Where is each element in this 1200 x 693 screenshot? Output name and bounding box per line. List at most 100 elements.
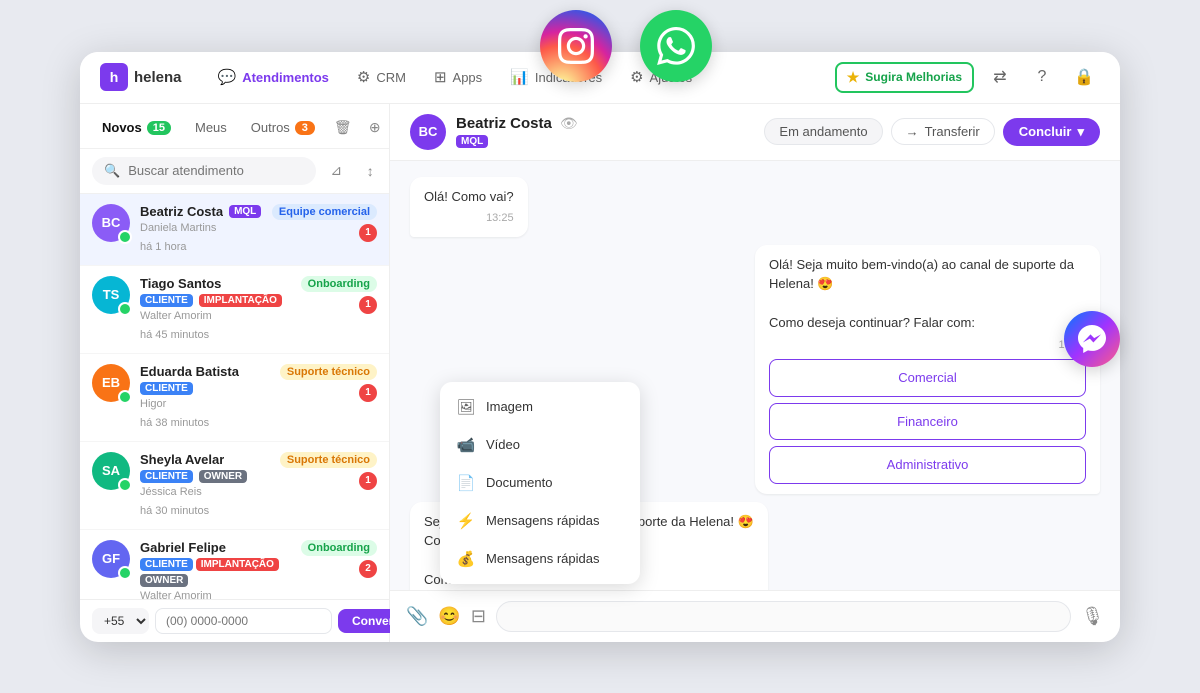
help-button[interactable]: ? — [1026, 61, 1058, 93]
contact-meta: Jéssica Reis — [140, 486, 280, 498]
tab-meus[interactable]: Meus — [185, 115, 237, 140]
contact-item[interactable]: SA Sheyla Avelar CLIENTE OWNER Jéssica R… — [80, 442, 389, 530]
dropdown-mensagens-label-1: Mensagens rápidas — [486, 513, 599, 528]
main-content: Novos 15 Meus Outros 3 🗑 ⊕ 🔍 — [80, 104, 1120, 642]
header-actions: Em andamento → Transferir Concluir ▾ — [764, 118, 1100, 146]
concluir-button[interactable]: Concluir ▾ — [1003, 118, 1100, 146]
message-option-financeiro[interactable]: Financeiro — [769, 403, 1086, 441]
filter-button[interactable]: ⊿ — [322, 157, 350, 185]
dropdown-video[interactable]: 📹 Vídeo — [440, 426, 640, 464]
dropdown-video-label: Vídeo — [486, 437, 520, 452]
avatar: BC — [92, 204, 130, 242]
contact-time: há 45 minutos — [140, 329, 209, 341]
contact-info: Gabriel Felipe CLIENTE IMPLANTAÇÃO OWNER… — [140, 540, 301, 599]
add-button[interactable]: ⊕ — [361, 114, 389, 142]
contact-tag: IMPLANTAÇÃO — [196, 558, 279, 571]
search-icon: 🔍 — [104, 163, 120, 179]
phone-input[interactable] — [155, 608, 332, 634]
team-badge: Onboarding — [301, 540, 377, 556]
contact-assigned: Walter Amorim — [140, 590, 212, 599]
unread-badge: 1 — [359, 384, 377, 402]
chevron-down-icon: ▾ — [1077, 124, 1084, 140]
dropdown-mensagens-rapidas-2[interactable]: 💰 Mensagens rápidas — [440, 540, 640, 578]
dropdown-documento[interactable]: 📄 Documento — [440, 464, 640, 502]
image-icon: 🖼 — [456, 397, 476, 417]
search-input[interactable] — [128, 163, 304, 178]
avatar: EB — [92, 364, 130, 402]
visibility-icon: 👁 — [560, 115, 578, 132]
sidebar: Novos 15 Meus Outros 3 🗑 ⊕ 🔍 — [80, 104, 390, 642]
chat-header-info: Beatriz Costa 👁 MQL — [456, 115, 578, 148]
avatar: SA — [92, 452, 130, 490]
dropdown-mensagens-rapidas-1[interactable]: ⚡ Mensagens rápidas — [440, 502, 640, 540]
help-icon: ? — [1038, 68, 1047, 86]
contact-tag: OWNER — [199, 470, 247, 483]
message-option-administrativo[interactable]: Administrativo — [769, 446, 1086, 484]
messenger-floating-icon[interactable] — [1064, 311, 1120, 367]
message-bubble: Olá! Seja muito bem-vindo(a) ao canal de… — [755, 245, 1100, 494]
tab-novos[interactable]: Novos 15 — [92, 115, 181, 140]
wa-badge — [118, 230, 132, 244]
sort-button[interactable]: ↕ — [356, 157, 384, 185]
contact-assigned: Jéssica Reis — [140, 486, 202, 498]
contact-tag: CLIENTE — [140, 294, 193, 307]
contact-list: BC Beatriz Costa MQL Daniela Martins há … — [80, 194, 389, 599]
contact-name-row: Gabriel Felipe — [140, 540, 301, 555]
contact-name: Gabriel Felipe — [140, 540, 226, 555]
contact-item[interactable]: TS Tiago Santos CLIENTE IMPLANTAÇÃO Walt… — [80, 266, 389, 354]
user-button[interactable]: 🔒 — [1068, 61, 1100, 93]
attachment-button[interactable]: 📎 — [406, 606, 428, 627]
suggest-label: Sugira Melhorias — [865, 70, 962, 84]
contact-right: Suporte técnico 1 — [280, 452, 377, 490]
contact-name: Tiago Santos — [140, 276, 221, 291]
contact-name: Beatriz Costa — [140, 204, 223, 219]
contact-tag: MQL — [229, 205, 261, 218]
contact-assigned: Walter Amorim — [140, 310, 212, 322]
contact-time: há 30 minutos — [140, 505, 209, 517]
contact-time: há 38 minutos — [140, 417, 209, 429]
dropdown-documento-label: Documento — [486, 475, 552, 490]
contact-name-row: Tiago Santos — [140, 276, 301, 291]
contact-tags-row: CLIENTE IMPLANTAÇÃO — [140, 294, 301, 307]
contact-tag: CLIENTE — [140, 470, 193, 483]
nav-atendimentos[interactable]: 💬 Atendimentos — [206, 62, 341, 92]
chat-avatar: BC — [410, 114, 446, 150]
phone-code-select[interactable]: +55 — [92, 608, 149, 634]
contact-right: Equipe comercial 1 — [272, 204, 377, 242]
transfer-button[interactable]: → Transferir — [891, 118, 995, 145]
crm-icon: ⚙ — [357, 68, 370, 86]
status-button[interactable]: Em andamento — [764, 118, 882, 145]
tab-outros[interactable]: Outros 3 — [241, 115, 325, 140]
message-option-comercial[interactable]: Comercial — [769, 359, 1086, 397]
mic-button[interactable]: 🎙 — [1081, 606, 1104, 627]
contact-assigned: Daniela Martins — [140, 222, 216, 234]
unread-badge: 2 — [359, 560, 377, 578]
contact-info: Beatriz Costa MQL Daniela Martins há 1 h… — [140, 204, 272, 255]
refresh-button[interactable]: ⇄ — [984, 61, 1016, 93]
emoji-button[interactable]: 😊 — [438, 606, 460, 627]
unread-badge: 1 — [359, 224, 377, 242]
ajustes-icon: ⚙ — [630, 68, 643, 86]
contact-item[interactable]: EB Eduarda Batista CLIENTE Higor — [80, 354, 389, 442]
video-icon: 📹 — [456, 435, 476, 455]
tab-outros-badge: 3 — [295, 121, 315, 135]
contact-item[interactable]: GF Gabriel Felipe CLIENTE IMPLANTAÇÃO OW… — [80, 530, 389, 599]
instagram-icon — [540, 10, 612, 82]
concluir-label: Concluir — [1019, 124, 1072, 139]
chat-input-area: 🖼 Imagem 📹 Vídeo 📄 Documento ⚡ Mensagens… — [390, 590, 1120, 642]
nav-crm[interactable]: ⚙ CRM — [345, 62, 418, 92]
template-button[interactable]: ⊟ — [471, 606, 486, 627]
nav-atendimentos-label: Atendimentos — [242, 70, 329, 85]
chat-text-input[interactable] — [496, 601, 1071, 632]
contact-right: Onboarding 1 — [301, 276, 377, 314]
trash-button[interactable]: 🗑 — [329, 114, 357, 142]
contact-item[interactable]: BC Beatriz Costa MQL Daniela Martins há … — [80, 194, 389, 266]
suggest-button[interactable]: ★ Sugira Melhorias — [835, 62, 974, 93]
dropdown-imagem[interactable]: 🖼 Imagem — [440, 388, 640, 426]
contact-name: Eduarda Batista — [140, 364, 239, 379]
nav-apps[interactable]: ⊞ Apps — [422, 62, 494, 92]
wa-badge — [118, 478, 132, 492]
unread-badge: 1 — [359, 472, 377, 490]
contact-meta: Higor — [140, 398, 280, 410]
tab-novos-badge: 15 — [147, 121, 171, 135]
